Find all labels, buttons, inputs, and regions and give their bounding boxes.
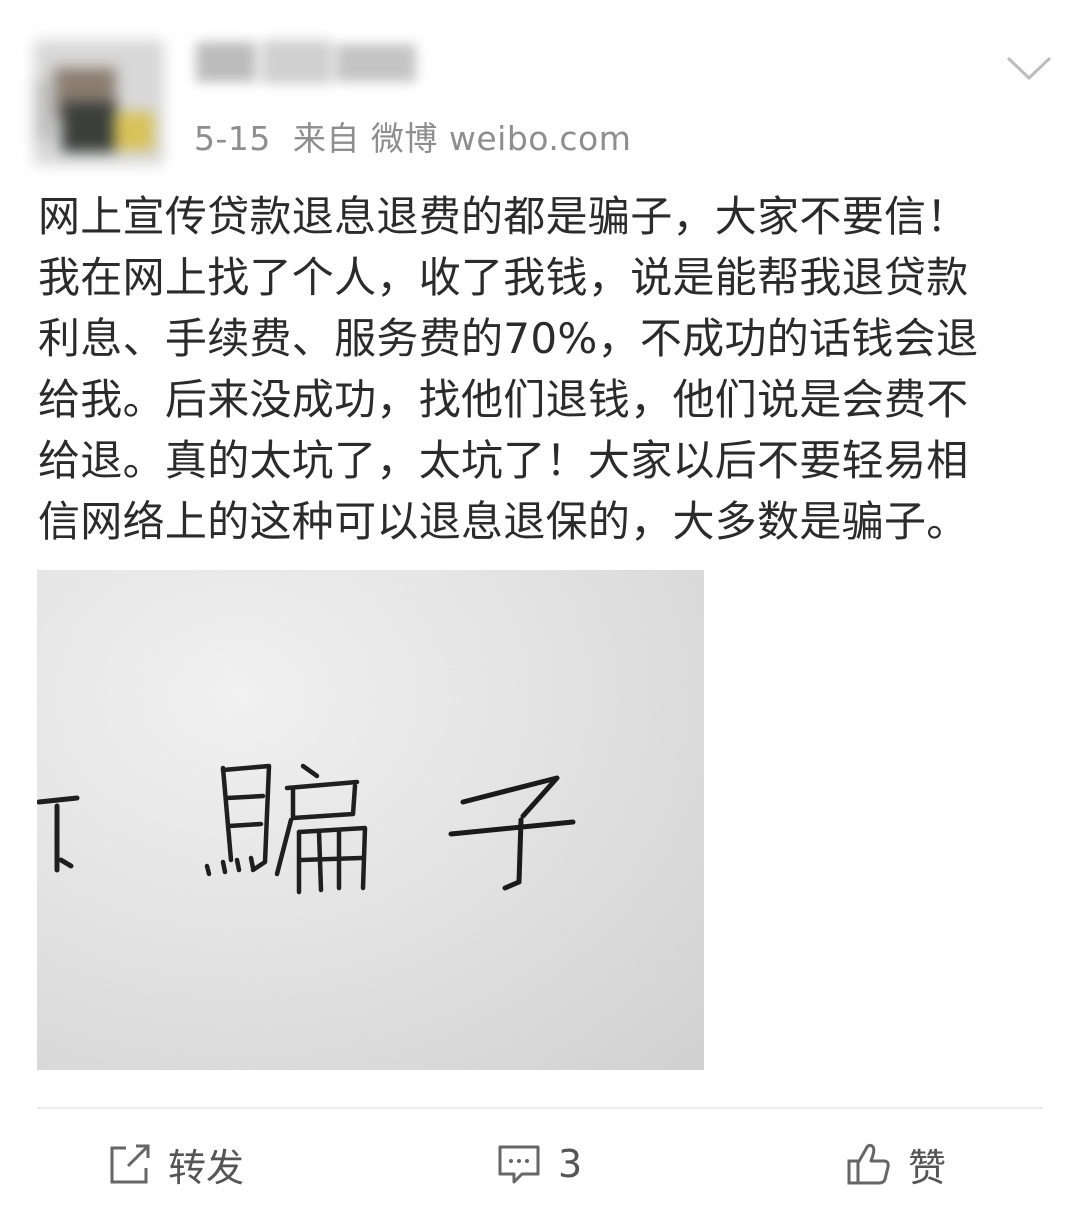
post-source: 来自 微博 weibo.com [292,119,632,158]
repost-icon [110,1144,150,1184]
comment-icon [498,1145,540,1184]
handwriting-image [37,570,704,1070]
comment-button[interactable]: 3 [496,1136,582,1192]
post-date: 5-15 [194,119,271,158]
divider [37,1107,1043,1109]
like-button[interactable]: 赞 [846,1136,946,1192]
avatar[interactable] [34,40,164,165]
like-label: 赞 [908,1145,947,1190]
username-blurred[interactable] [196,40,426,86]
repost-button[interactable]: 转发 [108,1136,244,1192]
repost-label: 转发 [168,1145,245,1190]
post-text: 网上宣传贷款退息退费的都是骗子，大家不要信！ 我在网上找了个人，收了我钱，说是能… [38,192,979,546]
post-image[interactable] [37,570,704,1070]
comment-count: 3 [558,1142,583,1186]
weibo-post-card: 5-15 来自 微博 weibo.com 网上宣传贷款退息退费的都是骗子，大家不要… [0,0,1080,1205]
chevron-down-icon[interactable] [1004,52,1054,82]
post-meta: 5-15 来自 微博 weibo.com [194,112,653,158]
thumbs-up-icon [847,1143,890,1185]
